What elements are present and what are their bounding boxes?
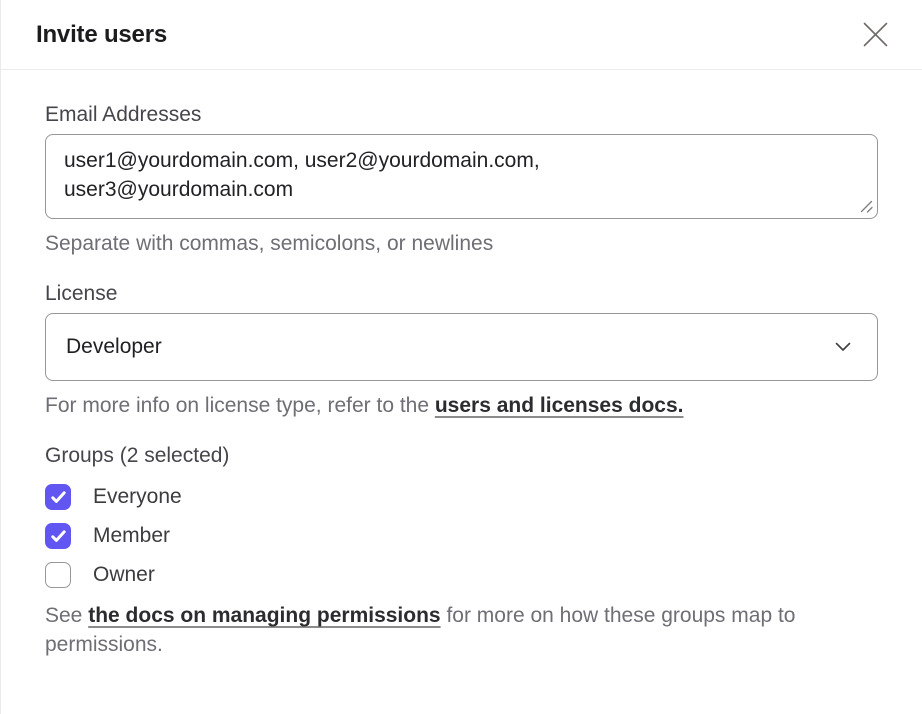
groups-helper-text: See the docs on managing permissions for… <box>45 601 878 659</box>
close-icon <box>863 22 888 47</box>
managing-permissions-docs-link[interactable]: the docs on managing permissions <box>88 604 440 627</box>
group-option-label: Everyone <box>93 485 182 509</box>
modal-header: Invite users <box>1 0 922 70</box>
email-input-wrap: user1@yourdomain.com, user2@yourdomain.c… <box>45 134 878 219</box>
close-button[interactable] <box>859 18 892 51</box>
license-helper-prefix: For more info on license type, refer to … <box>45 394 435 417</box>
license-section: License Developer For more info on licen… <box>45 282 878 418</box>
groups-helper-prefix: See <box>45 604 88 627</box>
group-option-everyone[interactable]: Everyone <box>45 484 182 510</box>
group-option-label: Owner <box>93 563 155 587</box>
invite-users-modal: Invite users Email Addresses user1@yourd… <box>0 0 922 714</box>
modal-body: Email Addresses user1@yourdomain.com, us… <box>1 70 922 659</box>
checkmark-icon <box>51 491 66 504</box>
license-selected-value: Developer <box>66 335 162 359</box>
groups-section: Groups (2 selected) Everyone Member <box>45 444 878 659</box>
email-helper-text: Separate with commas, semicolons, or new… <box>45 232 878 256</box>
email-section: Email Addresses user1@yourdomain.com, us… <box>45 103 878 256</box>
users-and-licenses-docs-link[interactable]: users and licenses docs. <box>435 394 684 417</box>
chevron-down-icon <box>835 342 851 352</box>
email-input[interactable]: user1@yourdomain.com, user2@yourdomain.c… <box>45 134 878 219</box>
modal-title: Invite users <box>36 21 167 49</box>
license-select[interactable]: Developer <box>45 313 878 381</box>
group-option-member[interactable]: Member <box>45 523 170 549</box>
resize-handle-icon[interactable] <box>859 199 874 214</box>
checkmark-icon <box>51 530 66 543</box>
checkbox-everyone[interactable] <box>45 484 71 510</box>
group-option-owner[interactable]: Owner <box>45 562 155 588</box>
license-label: License <box>45 282 878 305</box>
checkbox-member[interactable] <box>45 523 71 549</box>
checkbox-owner[interactable] <box>45 562 71 588</box>
group-option-label: Member <box>93 524 170 548</box>
email-label: Email Addresses <box>45 103 878 126</box>
license-helper-text: For more info on license type, refer to … <box>45 394 878 418</box>
groups-label: Groups (2 selected) <box>45 444 878 467</box>
